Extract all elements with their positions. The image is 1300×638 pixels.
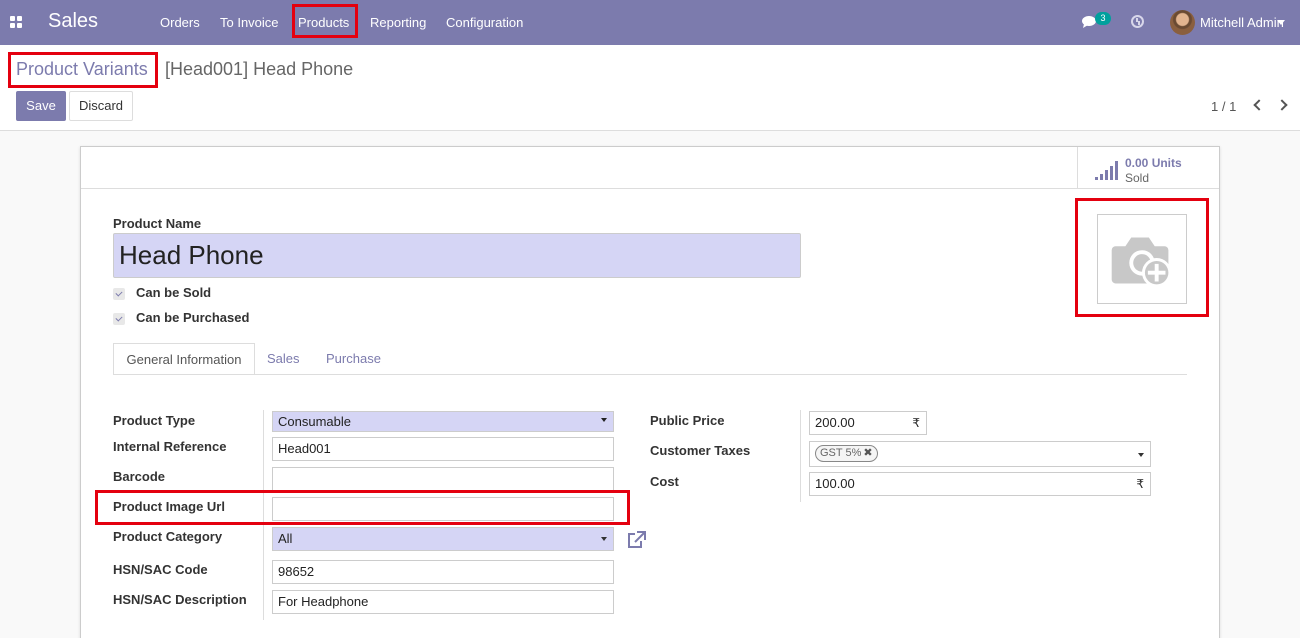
menu-reporting[interactable]: Reporting [370, 15, 426, 30]
chevron-down-icon [601, 418, 607, 422]
remove-tag-icon[interactable]: ✖ [863, 447, 872, 459]
breadcrumb-current: [Head001] Head Phone [165, 59, 354, 79]
tabs-divider [113, 374, 1187, 375]
tab-general-information[interactable]: General Information [113, 343, 255, 375]
tab-purchase[interactable]: Purchase [326, 343, 381, 375]
button-box: 0.00 Units Sold [81, 147, 1219, 189]
product-category-label: Product Category [113, 529, 223, 544]
product-category-select[interactable]: All [272, 527, 614, 551]
internal-reference-input[interactable]: Head001 [272, 437, 614, 461]
public-price-label: Public Price [650, 413, 725, 428]
group-separator-right [800, 410, 801, 502]
cost-label: Cost [650, 474, 679, 489]
units-sold-button[interactable]: 0.00 Units Sold [1077, 147, 1219, 189]
highlight-image-url [95, 490, 630, 525]
menu-to-invoice[interactable]: To Invoice [220, 15, 279, 30]
external-link-icon[interactable] [626, 531, 646, 549]
product-type-value: Consumable [278, 414, 351, 429]
save-button[interactable]: Save [16, 91, 66, 121]
tax-tag: GST 5% ✖ [815, 445, 878, 462]
product-name-input[interactable]: Head Phone [113, 233, 801, 278]
public-price-input[interactable]: 200.00 ₹ [809, 411, 927, 435]
can-be-sold-checkbox[interactable] [113, 288, 125, 300]
units-sold-label: Sold [1125, 171, 1150, 185]
barcode-label: Barcode [113, 469, 166, 484]
tax-tag-label: GST 5% [820, 447, 862, 459]
hsn-description-label: HSN/SAC Description [113, 592, 247, 607]
highlight-products-menu [292, 4, 358, 38]
form-sheet: 0.00 Units Sold Product Name Head Phone … [80, 146, 1220, 638]
bar-chart-icon [1095, 160, 1118, 180]
apps-icon[interactable] [10, 16, 22, 28]
chevron-down-icon [1138, 453, 1144, 457]
cost-value: 100.00 [815, 476, 855, 491]
chevron-left-icon[interactable] [1253, 99, 1265, 111]
hsn-code-input[interactable]: 98652 [272, 560, 614, 584]
highlight-image [1075, 198, 1209, 317]
currency-symbol: ₹ [1136, 477, 1144, 491]
pager-value[interactable]: 1 / 1 [1211, 99, 1236, 114]
control-panel: Product Variants [Head001] Head Phone Sa… [0, 45, 1300, 131]
hsn-description-input[interactable]: For Headphone [272, 590, 614, 614]
chevron-down-icon[interactable] [1277, 20, 1285, 25]
can-be-purchased-label: Can be Purchased [136, 310, 250, 325]
menu-configuration[interactable]: Configuration [446, 15, 523, 30]
product-type-select[interactable]: Consumable [272, 411, 614, 432]
chevron-right-icon[interactable] [1276, 99, 1288, 111]
can-be-sold-label: Can be Sold [136, 285, 212, 300]
avatar[interactable] [1170, 10, 1195, 35]
cost-input[interactable]: 100.00 ₹ [809, 472, 1151, 496]
top-navbar: Sales Orders To Invoice Products Reporti… [0, 0, 1300, 45]
user-name[interactable]: Mitchell Admin [1200, 15, 1284, 30]
chevron-down-icon [601, 537, 607, 541]
currency-symbol: ₹ [912, 416, 920, 430]
units-sold-value: 0.00 Units [1125, 156, 1182, 170]
tab-sales[interactable]: Sales [267, 343, 300, 375]
can-be-purchased-checkbox[interactable] [113, 313, 125, 325]
app-title: Sales [48, 10, 99, 32]
hsn-code-label: HSN/SAC Code [113, 562, 208, 577]
highlight-breadcrumb [8, 52, 158, 88]
product-type-label: Product Type [113, 413, 196, 428]
customer-taxes-input[interactable]: GST 5% ✖ [809, 441, 1151, 467]
product-category-value: All [278, 531, 293, 546]
internal-reference-label: Internal Reference [113, 439, 227, 454]
public-price-value: 200.00 [815, 415, 855, 430]
customer-taxes-label: Customer Taxes [650, 443, 751, 458]
product-name-label: Product Name [113, 216, 202, 231]
menu-orders[interactable]: Orders [160, 15, 200, 30]
clock-icon[interactable] [1131, 15, 1144, 28]
barcode-input[interactable] [272, 467, 614, 491]
chat-count-badge: 3 [1095, 12, 1111, 25]
discard-button[interactable]: Discard [69, 91, 133, 121]
